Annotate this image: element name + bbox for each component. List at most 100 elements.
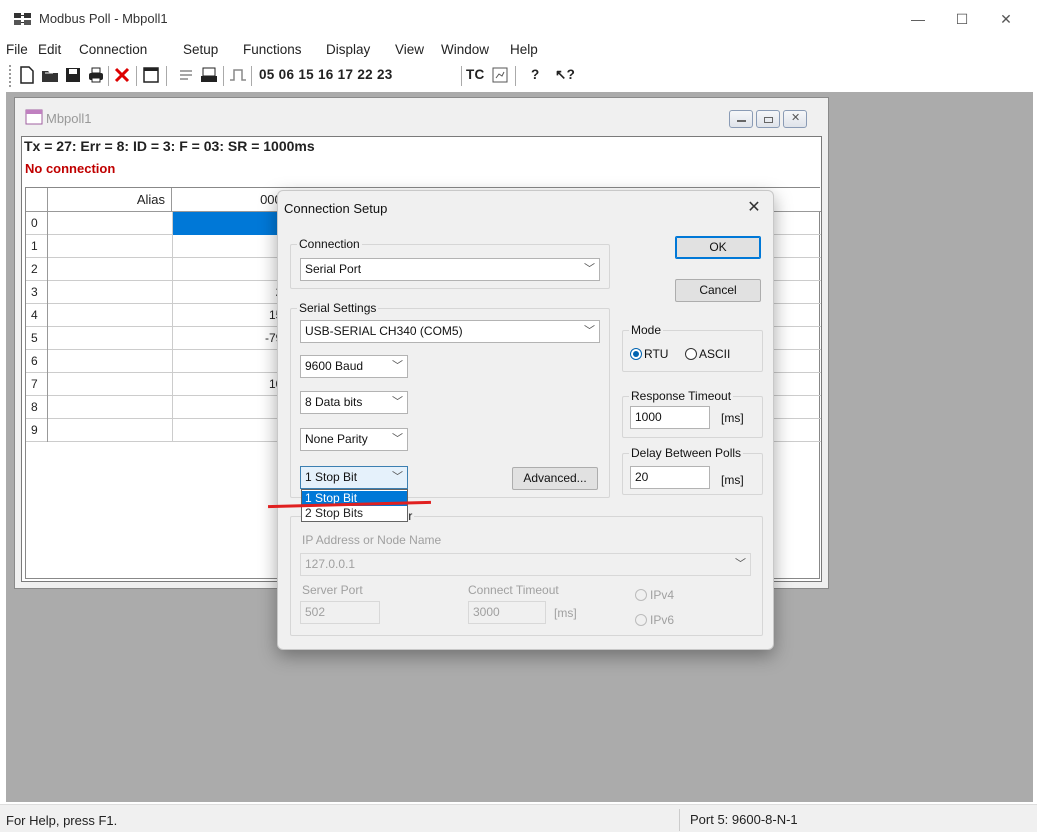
alias-cell[interactable] <box>48 258 173 281</box>
print-icon[interactable] <box>86 65 106 85</box>
delay-input[interactable]: 20 <box>630 466 710 489</box>
row-number: 1 <box>26 235 48 258</box>
context-help-icon[interactable]: ↖? <box>555 67 575 83</box>
data-bits-value: 8 Data bits <box>305 395 363 409</box>
alias-cell[interactable] <box>48 419 173 442</box>
value-cell[interactable] <box>173 212 293 235</box>
toolbar-separator <box>223 66 224 86</box>
response-timeout-input[interactable]: 1000 <box>630 406 710 429</box>
value-cell[interactable]: -793 <box>173 327 293 350</box>
ip-address-input[interactable]: 127.0.0.1 ﹀ <box>300 553 751 576</box>
child-restore-button[interactable] <box>756 110 780 128</box>
stop-bits-select[interactable]: 1 Stop Bit ﹀ <box>300 466 408 489</box>
alias-header[interactable]: Alias <box>48 188 172 212</box>
child-close-button[interactable]: ✕ <box>783 110 807 128</box>
ipv6-radio[interactable] <box>635 614 647 626</box>
close-button[interactable]: ✕ <box>991 8 1021 30</box>
printer-log-icon[interactable] <box>199 65 219 85</box>
data-bits-select[interactable]: 8 Data bits ﹀ <box>300 391 408 414</box>
dialog-close-button[interactable]: ✕ <box>740 197 768 219</box>
mode-rtu-radio[interactable] <box>630 348 642 360</box>
menu-window[interactable]: Window <box>441 42 489 57</box>
connection-state: No connection <box>25 161 116 176</box>
menu-bar: File Edit Connection Setup Functions Dis… <box>0 38 1037 62</box>
advanced-button[interactable]: Advanced... <box>512 467 598 490</box>
document-icon <box>25 109 43 125</box>
ip-address-label: IP Address or Node Name <box>302 533 442 547</box>
window-icon[interactable] <box>141 65 161 85</box>
column-header[interactable]: 0000 <box>173 188 293 212</box>
menu-functions[interactable]: Functions <box>243 42 302 57</box>
dialog-title: Connection Setup <box>284 201 388 216</box>
alias-cell[interactable] <box>48 281 173 304</box>
port-status: Port 5: 9600-8-N-1 <box>679 809 879 831</box>
alias-cell[interactable] <box>48 304 173 327</box>
baud-value: 9600 Baud <box>305 359 364 373</box>
baud-select[interactable]: 9600 Baud ﹀ <box>300 355 408 378</box>
menu-file[interactable]: File <box>6 42 28 57</box>
port-select[interactable]: USB-SERIAL CH340 (COM5) ﹀ <box>300 320 600 343</box>
maximize-button[interactable]: ☐ <box>947 8 977 30</box>
row-number: 2 <box>26 258 48 281</box>
server-port-input[interactable]: 502 <box>300 601 380 624</box>
minimize-button[interactable]: — <box>903 8 933 30</box>
modbus-app-icon <box>14 13 31 25</box>
value-cell[interactable]: 101 <box>173 373 293 396</box>
open-folder-icon[interactable] <box>40 65 60 85</box>
connection-type-value: Serial Port <box>305 262 362 276</box>
row-number: 4 <box>26 304 48 327</box>
value-cell[interactable] <box>173 258 293 281</box>
alias-cell[interactable] <box>48 235 173 258</box>
child-minimize-button[interactable] <box>729 110 753 128</box>
alias-cell[interactable] <box>48 373 173 396</box>
connection-type-select[interactable]: Serial Port ﹀ <box>300 258 600 281</box>
menu-display[interactable]: Display <box>326 42 370 57</box>
row-number: 9 <box>26 419 48 442</box>
alias-cell[interactable] <box>48 396 173 419</box>
row-number: 3 <box>26 281 48 304</box>
menu-help[interactable]: Help <box>510 42 538 57</box>
pulse-icon[interactable] <box>228 65 248 85</box>
toolbar-separator <box>251 66 252 86</box>
tc-button[interactable]: TC <box>466 67 485 82</box>
mode-rtu-label[interactable]: RTU <box>644 347 668 361</box>
value-cell[interactable] <box>173 235 293 258</box>
new-document-icon[interactable] <box>17 65 37 85</box>
ipv4-label[interactable]: IPv4 <box>650 588 674 602</box>
mode-ascii-label[interactable]: ASCII <box>699 347 730 361</box>
parity-select[interactable]: None Parity ﹀ <box>300 428 408 451</box>
alias-cell[interactable] <box>48 212 173 235</box>
menu-edit[interactable]: Edit <box>38 42 61 57</box>
delete-icon[interactable] <box>112 65 132 85</box>
monitor-icon[interactable] <box>490 65 510 85</box>
menu-view[interactable]: View <box>395 42 424 57</box>
toolbar-separator <box>166 66 167 86</box>
stop-bits-option[interactable]: 2 Stop Bits <box>302 506 407 521</box>
mode-ascii-radio[interactable] <box>685 348 697 360</box>
serial-settings-label: Serial Settings <box>297 301 379 315</box>
stop-bits-value: 1 Stop Bit <box>305 470 358 484</box>
function-codes[interactable]: 05 06 15 16 17 22 23 <box>259 67 393 82</box>
ok-button[interactable]: OK <box>675 236 761 259</box>
connect-timeout-input[interactable]: 3000 <box>468 601 546 624</box>
value-cell[interactable] <box>173 396 293 419</box>
cancel-button[interactable]: Cancel <box>675 279 761 302</box>
value-cell[interactable] <box>173 419 293 442</box>
window-title: Modbus Poll - Mbpoll1 <box>39 11 168 26</box>
alias-cell[interactable] <box>48 327 173 350</box>
value-cell[interactable]: 152 <box>173 304 293 327</box>
response-timeout-unit: [ms] <box>721 411 744 425</box>
alias-cell[interactable] <box>48 350 173 373</box>
menu-setup[interactable]: Setup <box>183 42 218 57</box>
ipv4-radio[interactable] <box>635 589 647 601</box>
value-cell[interactable] <box>173 350 293 373</box>
about-icon[interactable]: ? <box>531 67 540 82</box>
toolbar-separator <box>108 66 109 86</box>
value-cell[interactable]: 24 <box>173 281 293 304</box>
log-icon[interactable] <box>176 65 196 85</box>
menu-connection[interactable]: Connection <box>79 42 147 57</box>
ip-address-value: 127.0.0.1 <box>305 557 356 571</box>
save-icon[interactable] <box>63 65 83 85</box>
row-number: 0 <box>26 212 48 235</box>
ipv6-label[interactable]: IPv6 <box>650 613 674 627</box>
